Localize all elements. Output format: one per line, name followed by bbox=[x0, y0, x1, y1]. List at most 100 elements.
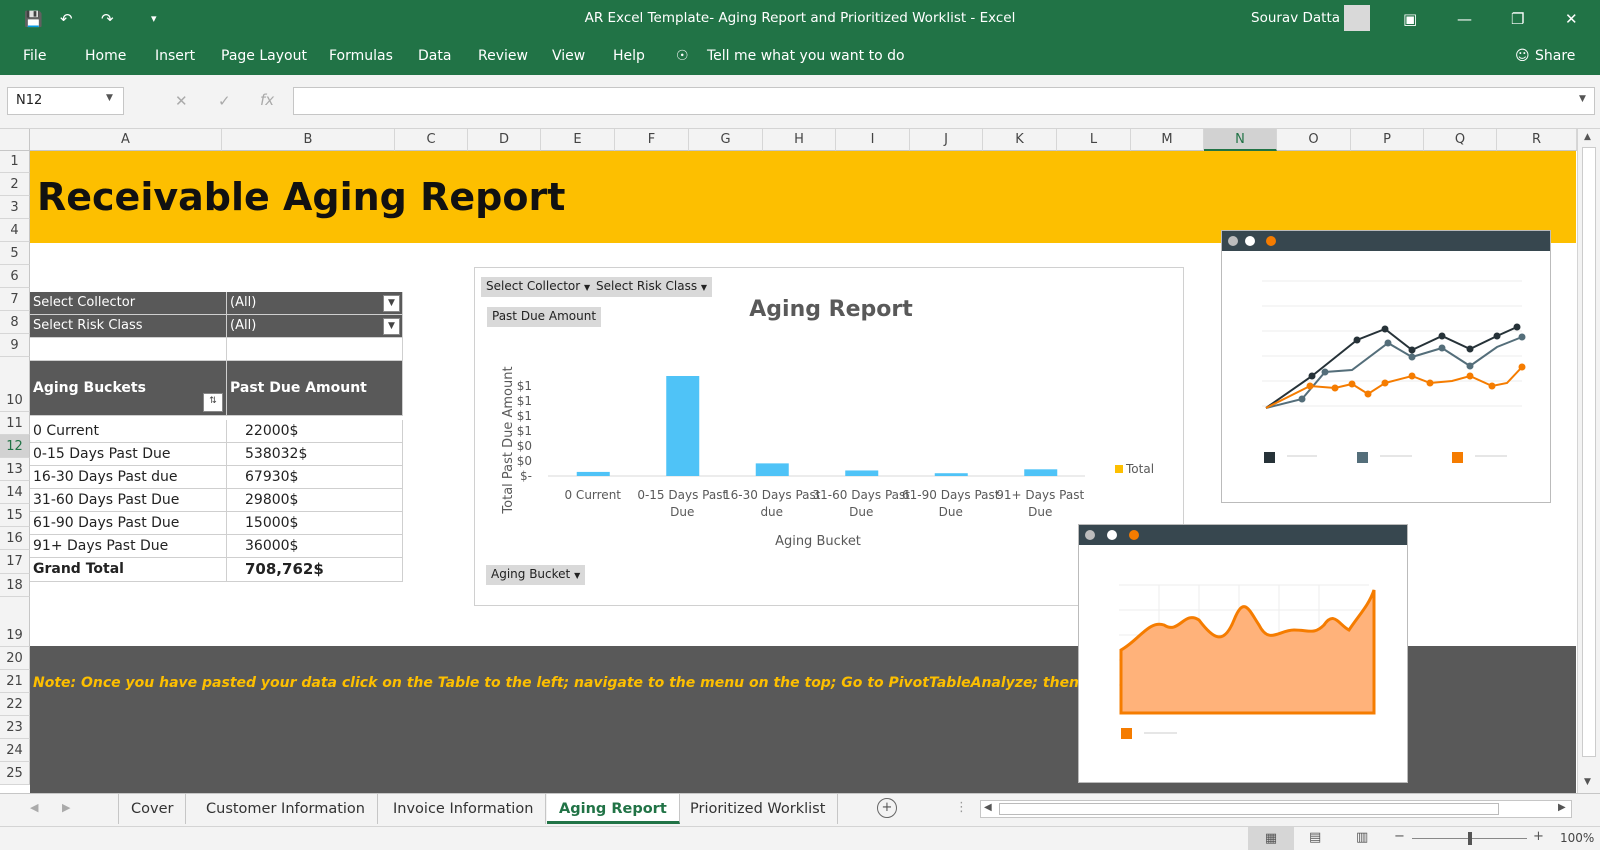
grand-total-value[interactable]: 708,762$ bbox=[227, 558, 403, 582]
vertical-scrollbar[interactable]: ▲ ▼ bbox=[1577, 129, 1600, 793]
sheet-tab-prioritized-worklist[interactable]: Prioritized Worklist bbox=[678, 794, 839, 824]
tab-scroll-right-icon[interactable]: ▶ bbox=[62, 801, 70, 814]
aging-bucket-cell[interactable]: 0 Current bbox=[30, 420, 227, 443]
past-due-amount-cell[interactable]: 538032$ bbox=[227, 443, 403, 466]
column-header-m[interactable]: M bbox=[1131, 129, 1204, 151]
chart-values-button[interactable]: Past Due Amount bbox=[487, 307, 602, 327]
tab-home[interactable]: Home bbox=[85, 48, 126, 64]
row-header-21[interactable]: 21 bbox=[0, 670, 30, 693]
sheet-tab-invoice-information[interactable]: Invoice Information bbox=[381, 794, 547, 824]
column-header-f[interactable]: F bbox=[615, 129, 689, 151]
row-header-14[interactable]: 14 bbox=[0, 481, 30, 504]
column-header-n[interactable]: N bbox=[1204, 129, 1277, 151]
formula-input[interactable] bbox=[293, 87, 1595, 115]
insert-function-icon[interactable]: fx bbox=[260, 91, 274, 109]
line-chart-illustration[interactable] bbox=[1221, 230, 1551, 503]
risk-dropdown-icon[interactable]: ▼ bbox=[383, 318, 400, 335]
tab-page-layout[interactable]: Page Layout bbox=[221, 48, 307, 64]
column-header-q[interactable]: Q bbox=[1424, 129, 1497, 151]
row-header-1[interactable]: 1 bbox=[0, 151, 30, 173]
collector-dropdown-icon[interactable]: ▼ bbox=[383, 295, 400, 312]
row-header-24[interactable]: 24 bbox=[0, 739, 30, 762]
hscroll-right-icon[interactable]: ▶ bbox=[1558, 802, 1566, 813]
tab-help[interactable]: Help bbox=[613, 48, 645, 64]
close-icon[interactable]: ✕ bbox=[1565, 9, 1578, 29]
column-header-i[interactable]: I bbox=[836, 129, 910, 151]
page-layout-view-icon[interactable]: ▤ bbox=[1309, 830, 1321, 845]
row-header-9[interactable]: 9 bbox=[0, 334, 30, 357]
row-header-19[interactable]: 19 bbox=[0, 597, 30, 647]
scroll-up-icon[interactable]: ▲ bbox=[1584, 132, 1591, 142]
chart-bar[interactable] bbox=[755, 463, 789, 476]
scroll-down-icon[interactable]: ▼ bbox=[1584, 777, 1591, 787]
column-header-j[interactable]: J bbox=[910, 129, 983, 151]
avatar[interactable] bbox=[1344, 5, 1370, 31]
past-due-amount-cell[interactable]: 67930$ bbox=[227, 466, 403, 489]
aging-bucket-cell[interactable]: 31-60 Days Past Due bbox=[30, 489, 227, 512]
column-header-a[interactable]: A bbox=[30, 129, 222, 151]
horizontal-scrollbar[interactable]: ◀ ▶ bbox=[980, 800, 1572, 818]
chart-bar[interactable] bbox=[934, 473, 968, 476]
cancel-icon[interactable]: ✕ bbox=[175, 92, 188, 110]
zoom-level[interactable]: 100% bbox=[1560, 831, 1594, 845]
row-header-3[interactable]: 3 bbox=[0, 196, 30, 219]
filter-value-risk[interactable]: (All) bbox=[227, 315, 403, 338]
hscroll-left-icon[interactable]: ◀ bbox=[984, 802, 992, 813]
past-due-amount-cell[interactable]: 29800$ bbox=[227, 489, 403, 512]
tab-file[interactable]: File bbox=[23, 48, 46, 64]
zoom-out-icon[interactable]: − bbox=[1394, 829, 1405, 844]
column-header-k[interactable]: K bbox=[983, 129, 1057, 151]
column-header-e[interactable]: E bbox=[541, 129, 615, 151]
horizontal-scroll-thumb[interactable] bbox=[999, 803, 1499, 815]
header-aging-buckets[interactable]: Aging Buckets bbox=[30, 361, 227, 416]
row-header-18[interactable]: 18 bbox=[0, 574, 30, 597]
add-sheet-icon[interactable]: + bbox=[877, 798, 897, 818]
column-header-o[interactable]: O bbox=[1277, 129, 1351, 151]
column-header-l[interactable]: L bbox=[1057, 129, 1131, 151]
row-header-22[interactable]: 22 bbox=[0, 693, 30, 716]
tell-me-search[interactable]: Tell me what you want to do bbox=[707, 48, 905, 64]
chart-bar[interactable] bbox=[1024, 469, 1058, 476]
row-header-23[interactable]: 23 bbox=[0, 716, 30, 739]
row-header-11[interactable]: 11 bbox=[0, 412, 30, 435]
sheet-tab-aging-report[interactable]: Aging Report bbox=[547, 794, 680, 824]
expand-formula-icon[interactable]: ▼ bbox=[1579, 94, 1586, 104]
row-header-16[interactable]: 16 bbox=[0, 527, 30, 550]
minimize-icon[interactable]: — bbox=[1457, 9, 1472, 29]
column-header-h[interactable]: H bbox=[763, 129, 836, 151]
past-due-amount-cell[interactable]: 15000$ bbox=[227, 512, 403, 535]
page-break-view-icon[interactable]: ▥ bbox=[1356, 830, 1368, 845]
row-header-20[interactable]: 20 bbox=[0, 647, 30, 670]
chart-bar[interactable] bbox=[845, 470, 879, 476]
row-header-6[interactable]: 6 bbox=[0, 265, 30, 288]
column-header-c[interactable]: C bbox=[395, 129, 468, 151]
chart-collector-filter[interactable]: Select Collector ▼ bbox=[481, 277, 596, 297]
tab-review[interactable]: Review bbox=[478, 48, 528, 64]
sheet-tab-cover[interactable]: Cover bbox=[118, 794, 187, 824]
row-header-8[interactable]: 8 bbox=[0, 311, 30, 334]
restore-icon[interactable]: ❐ bbox=[1511, 9, 1524, 29]
ribbon-display-icon[interactable]: ▣ bbox=[1403, 9, 1417, 29]
aging-bucket-cell[interactable]: 91+ Days Past Due bbox=[30, 535, 227, 558]
column-header-p[interactable]: P bbox=[1351, 129, 1424, 151]
share-icon[interactable]: ☺ bbox=[1515, 48, 1530, 64]
chart-risk-filter[interactable]: Select Risk Class ▼ bbox=[591, 277, 713, 297]
row-header-12[interactable]: 12 bbox=[0, 435, 30, 458]
tab-scroll-left-icon[interactable]: ◀ bbox=[30, 801, 38, 814]
column-header-d[interactable]: D bbox=[468, 129, 541, 151]
aging-bucket-cell[interactable]: 61-90 Days Past Due bbox=[30, 512, 227, 535]
filter-value-collector[interactable]: (All) bbox=[227, 292, 403, 315]
row-header-4[interactable]: 4 bbox=[0, 219, 30, 242]
vertical-scroll-thumb[interactable] bbox=[1582, 147, 1596, 757]
chart-axis-field[interactable]: Aging Bucket ▼ bbox=[486, 565, 586, 585]
aging-bucket-cell[interactable]: 16-30 Days Past due bbox=[30, 466, 227, 489]
zoom-slider-thumb[interactable] bbox=[1468, 832, 1472, 845]
row-header-17[interactable]: 17 bbox=[0, 550, 30, 574]
name-box-dropdown-icon[interactable]: ▼ bbox=[106, 93, 113, 103]
grand-total-label[interactable]: Grand Total bbox=[30, 558, 227, 582]
sort-filter-icon[interactable]: ⇅ bbox=[203, 393, 223, 412]
empty-cell[interactable] bbox=[30, 338, 227, 361]
tab-insert[interactable]: Insert bbox=[155, 48, 195, 64]
column-header-b[interactable]: B bbox=[222, 129, 395, 151]
row-header-10[interactable]: 10 bbox=[0, 357, 30, 412]
